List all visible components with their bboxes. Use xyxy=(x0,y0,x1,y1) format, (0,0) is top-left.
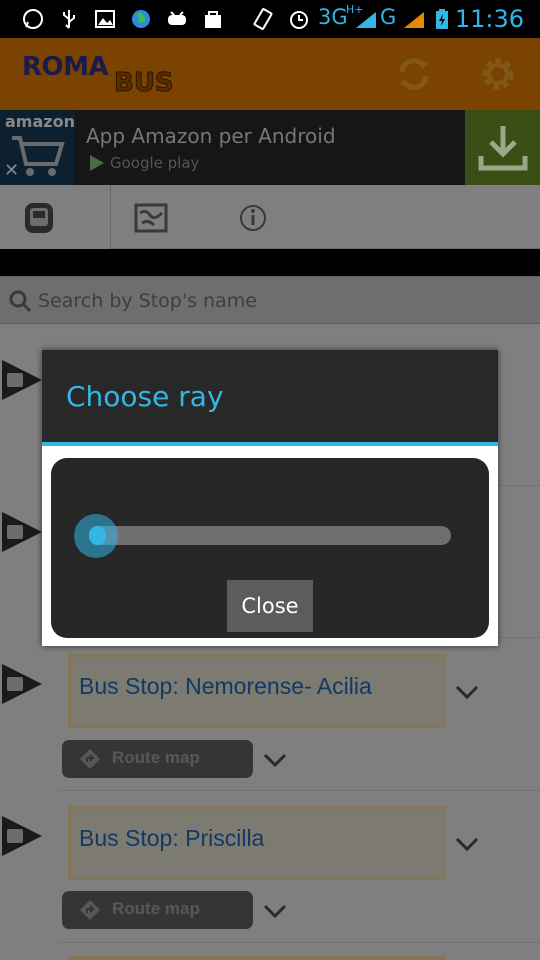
ad-store-label: Google play xyxy=(110,154,200,172)
globe-icon xyxy=(132,10,150,28)
row-divider xyxy=(58,790,540,791)
gamepad-icon xyxy=(168,11,186,25)
whatsapp-icon xyxy=(23,9,43,29)
map-icon[interactable] xyxy=(134,201,168,235)
ad-banner[interactable]: amazon ✕ App Amazon per Android Google p… xyxy=(0,110,540,185)
gear-icon[interactable] xyxy=(478,54,518,94)
network-g-label: G xyxy=(380,5,397,29)
list-item[interactable] xyxy=(68,956,446,960)
dialog-title: Choose ray xyxy=(66,380,224,413)
signal-strength-2-icon xyxy=(404,12,424,28)
stop-title: Bus Stop: Nemorense- Acilia xyxy=(79,673,372,699)
route-map-label: Route map xyxy=(112,899,200,918)
route-map-label: Route map xyxy=(112,748,200,767)
ad-title: App Amazon per Android xyxy=(86,124,336,148)
directions-icon xyxy=(80,900,100,920)
alarm-icon xyxy=(290,11,308,29)
dialog-header: Choose ray xyxy=(42,350,498,446)
signal-strength-icon xyxy=(356,12,376,28)
choose-ray-dialog: Choose ray Close xyxy=(42,350,498,646)
ad-download-button[interactable] xyxy=(465,110,540,185)
list-item[interactable]: Bus Stop: Nemorense- Acilia xyxy=(68,654,446,728)
tab-divider xyxy=(111,248,540,249)
route-map-button[interactable]: Route map xyxy=(62,891,253,929)
ray-slider-track[interactable] xyxy=(89,526,451,545)
stop-title: Bus Stop: Priscilla xyxy=(79,825,265,851)
close-button[interactable]: Close xyxy=(227,580,313,632)
chevron-down-icon[interactable] xyxy=(262,903,288,919)
search-bar xyxy=(0,276,540,324)
bus-stop-marker-icon xyxy=(2,512,42,552)
gallery-icon xyxy=(95,10,115,28)
refresh-icon[interactable] xyxy=(394,54,434,94)
list-item[interactable]: Bus Stop: Priscilla xyxy=(68,806,446,880)
usb-icon xyxy=(63,10,75,29)
download-icon xyxy=(478,126,528,171)
bus-stop-marker-icon xyxy=(2,816,42,856)
bus-stop-icon xyxy=(25,203,53,233)
chevron-down-icon[interactable] xyxy=(454,836,480,852)
row-divider xyxy=(58,942,540,943)
search-input[interactable] xyxy=(38,283,478,319)
logo-roma-text: ROMA xyxy=(22,52,109,82)
logo-bus-text: BUS xyxy=(114,68,175,99)
dialog-body: Close xyxy=(51,458,489,638)
chevron-down-icon[interactable] xyxy=(262,752,288,768)
ad-close-icon[interactable]: ✕ xyxy=(4,160,19,181)
tab-bus-stops[interactable] xyxy=(0,185,111,249)
battery-charging-icon xyxy=(436,9,448,29)
bus-stop-marker-icon xyxy=(2,360,42,400)
roma-bus-logo: ROMA BUS xyxy=(22,52,182,99)
google-play-icon xyxy=(90,155,104,171)
directions-icon xyxy=(80,749,100,769)
shopping-bag-icon xyxy=(205,11,221,28)
vibrate-icon xyxy=(253,8,273,30)
clock: 11:36 xyxy=(454,5,524,33)
ad-brand: amazon xyxy=(5,112,75,131)
app-bar: ROMA BUS xyxy=(0,38,540,110)
tab-bar xyxy=(0,185,540,249)
route-map-button[interactable]: Route map xyxy=(62,740,253,778)
bus-stop-marker-icon xyxy=(2,664,42,704)
network-3g-label: 3G xyxy=(318,5,348,29)
info-icon[interactable] xyxy=(236,201,270,235)
status-bar: 3G H+ G 11:36 xyxy=(0,0,540,38)
chevron-down-icon[interactable] xyxy=(454,684,480,700)
search-icon xyxy=(9,290,32,313)
